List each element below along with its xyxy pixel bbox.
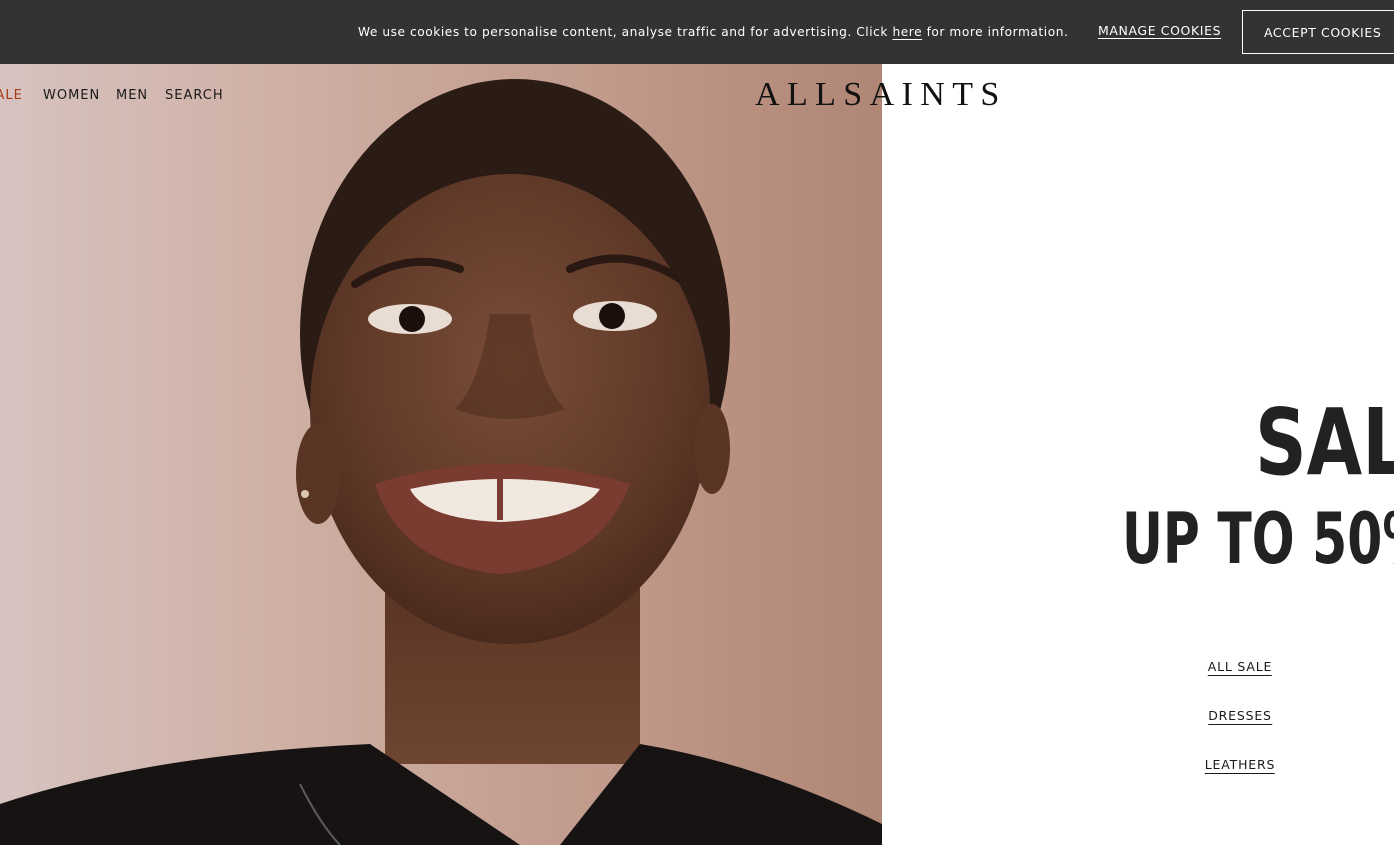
sale-promo-panel: SALE UP TO 50% ALL SALE DRESSES LEATHERS xyxy=(882,64,1394,845)
cookie-info-link[interactable]: here xyxy=(892,25,922,39)
brand-logo[interactable]: ALLSAINTS xyxy=(755,76,1007,114)
hero-image[interactable] xyxy=(0,64,882,845)
cookie-banner: We use cookies to personalise content, a… xyxy=(0,0,1394,64)
dresses-link[interactable]: DRESSES xyxy=(1208,708,1272,725)
nav-item-women[interactable]: WOMEN xyxy=(43,88,100,103)
all-sale-link[interactable]: ALL SALE xyxy=(1207,659,1273,676)
leathers-link[interactable]: LEATHERS xyxy=(1204,757,1276,774)
manage-cookies-button[interactable]: MANAGE COOKIES xyxy=(1098,23,1221,38)
promo-title: SALE xyxy=(1255,389,1394,496)
nav-item-search[interactable]: SEARCH xyxy=(165,88,224,103)
hero-portrait-illustration xyxy=(0,79,882,845)
nav-item-men[interactable]: MEN xyxy=(116,88,148,103)
nav-item-sale[interactable]: SALE xyxy=(0,88,23,103)
cookie-message: We use cookies to personalise content, a… xyxy=(358,25,1069,39)
accept-cookies-button[interactable]: ACCEPT COOKIES xyxy=(1242,10,1394,54)
promo-subtitle: UP TO 50% xyxy=(1122,498,1394,580)
